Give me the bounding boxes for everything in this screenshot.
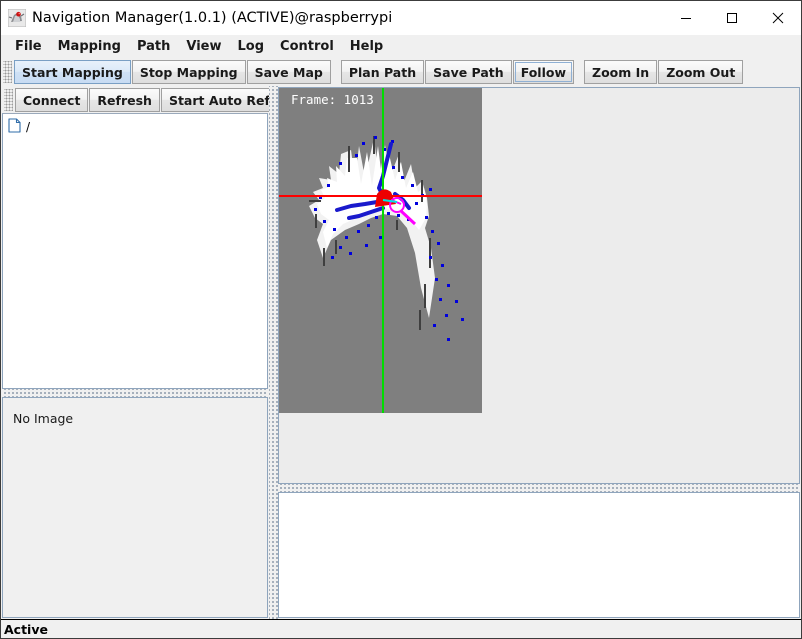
window-controls <box>663 1 801 35</box>
start-mapping-button[interactable]: Start Mapping <box>14 60 131 84</box>
minimize-button[interactable] <box>663 1 709 35</box>
tree-item-root[interactable]: / <box>3 114 267 137</box>
file-tree-section: Connect Refresh Start Auto Refresh / <box>2 87 269 389</box>
log-output-panel[interactable] <box>278 492 800 618</box>
frame-counter-label: Frame: 1013 <box>291 92 374 107</box>
plan-path-button[interactable]: Plan Path <box>340 60 425 84</box>
status-bar: Active <box>1 619 801 638</box>
save-path-button[interactable]: Save Path <box>425 60 512 84</box>
toolbar-drag-handle[interactable] <box>3 61 12 83</box>
file-tree-scrollpane[interactable]: / <box>2 113 268 389</box>
status-text: Active <box>4 621 48 637</box>
map-free-space <box>309 138 435 318</box>
menu-item-view[interactable]: View <box>178 37 229 56</box>
main-content: Connect Refresh Start Auto Refresh / <box>1 86 801 619</box>
main-vertical-splitter[interactable] <box>269 86 278 619</box>
tree-item-label: / <box>26 120 31 134</box>
occupancy-map-canvas[interactable]: Frame: 1013 <box>279 88 482 413</box>
left-horizontal-splitter[interactable] <box>2 389 268 397</box>
title-bar: Navigation Manager(1.0.1) (ACTIVE)@raspb… <box>1 1 801 35</box>
menu-item-file[interactable]: File <box>7 37 50 56</box>
menu-item-help[interactable]: Help <box>342 37 391 56</box>
close-button[interactable] <box>755 1 801 35</box>
save-map-button[interactable]: Save Map <box>246 60 331 84</box>
map-view-panel[interactable]: Frame: 1013 <box>278 87 800 484</box>
connect-button[interactable]: Connect <box>15 88 89 112</box>
file-icon <box>8 118 21 136</box>
stop-mapping-button[interactable]: Stop Mapping <box>131 60 246 84</box>
menu-item-path[interactable]: Path <box>129 37 178 56</box>
start-auto-refresh-button[interactable]: Start Auto Refresh <box>160 88 269 112</box>
window-title: Navigation Manager(1.0.1) (ACTIVE)@raspb… <box>32 10 393 26</box>
application-window: Navigation Manager(1.0.1) (ACTIVE)@raspb… <box>0 0 802 639</box>
robot-app-icon <box>7 8 27 28</box>
menu-item-mapping[interactable]: Mapping <box>50 37 129 56</box>
left-panel: Connect Refresh Start Auto Refresh / <box>1 86 269 619</box>
file-tree-toolbar: Connect Refresh Start Auto Refresh <box>2 87 269 113</box>
map-render-svg <box>279 88 482 413</box>
menu-item-control[interactable]: Control <box>272 37 342 56</box>
right-horizontal-splitter[interactable] <box>278 484 799 492</box>
zoom-out-button[interactable]: Zoom Out <box>658 60 744 84</box>
zoom-in-button[interactable]: Zoom In <box>584 60 658 84</box>
right-panel: Frame: 1013 <box>278 86 801 619</box>
menu-bar: File Mapping Path View Log Control Help <box>1 35 801 58</box>
maximize-button[interactable] <box>709 1 755 35</box>
menu-item-log[interactable]: Log <box>230 37 273 56</box>
follow-button[interactable]: Follow <box>512 60 575 84</box>
no-image-label: No Image <box>13 411 74 426</box>
image-preview-panel: No Image <box>2 397 268 618</box>
refresh-button[interactable]: Refresh <box>89 88 160 112</box>
tree-toolbar-drag-handle[interactable] <box>4 89 13 111</box>
main-toolbar: Start Mapping Stop Mapping Save Map Plan… <box>1 58 801 86</box>
